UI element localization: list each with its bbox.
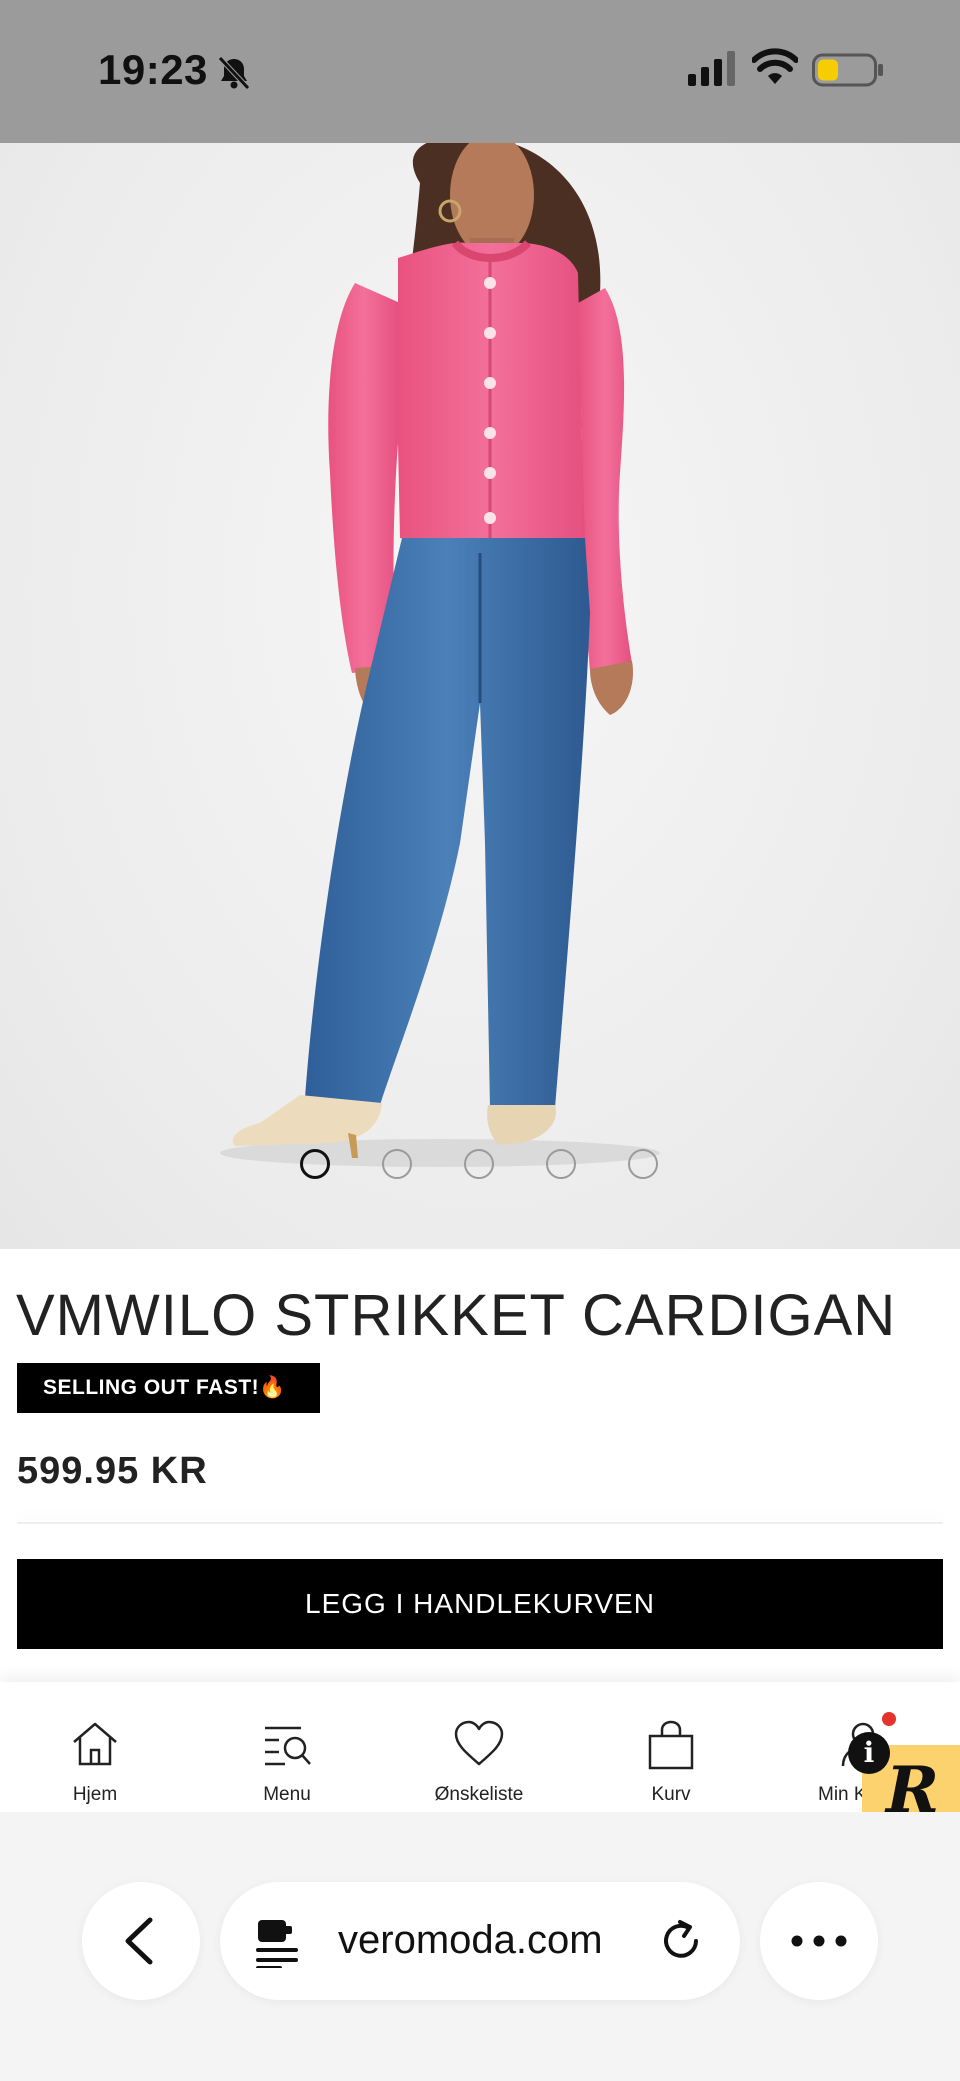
- wifi-icon: [752, 48, 798, 84]
- reload-icon[interactable]: [658, 1918, 704, 1964]
- gallery-dot-1[interactable]: [300, 1149, 330, 1179]
- product-price: 599.95 KR: [17, 1450, 208, 1492]
- nav-item-menu[interactable]: Menu: [212, 1682, 362, 1812]
- divider: [17, 1522, 943, 1524]
- url-text: veromoda.com: [338, 1918, 603, 1962]
- nav-item-cart[interactable]: Kurv: [596, 1682, 746, 1812]
- nav-label-wishlist: Ønskeliste: [434, 1784, 524, 1805]
- bell-slash-icon: [218, 56, 250, 90]
- back-chevron-icon: [125, 1917, 153, 1965]
- nav-label-menu: Menu: [263, 1784, 311, 1805]
- nav-label-home: Hjem: [72, 1784, 118, 1805]
- more-icon: [791, 1935, 847, 1947]
- status-bar: 19:23: [0, 0, 960, 143]
- more-button[interactable]: [760, 1882, 878, 2000]
- gallery-dot-2[interactable]: [382, 1149, 412, 1179]
- signal-icon: [688, 51, 735, 86]
- add-to-cart-button[interactable]: LEGG I HANDLEKURVEN: [17, 1559, 943, 1649]
- heart-icon: [454, 1720, 504, 1766]
- product-title: VMWILO STRIKKET CARDIGAN: [16, 1283, 897, 1348]
- product-image-gallery[interactable]: [0, 143, 960, 1249]
- nav-label-cart: Kurv: [651, 1784, 691, 1805]
- selling-fast-badge: SELLING OUT FAST!🔥: [17, 1363, 320, 1413]
- gallery-dot-5[interactable]: [628, 1149, 658, 1179]
- address-bar[interactable]: veromoda.com: [220, 1882, 740, 2000]
- nav-item-wishlist[interactable]: Ønskeliste: [404, 1682, 554, 1812]
- status-time: 19:23: [98, 46, 208, 93]
- gallery-dot-3[interactable]: [464, 1149, 494, 1179]
- back-button[interactable]: [82, 1882, 200, 2000]
- site-settings-icon: [256, 1920, 298, 1968]
- info-icon[interactable]: i: [848, 1732, 890, 1774]
- product-photo: [220, 143, 660, 1167]
- bottom-navigation: Hjem Menu Ønskeliste Kurv Min K: [0, 1682, 960, 1812]
- notification-dot: [882, 1712, 896, 1726]
- home-icon: [73, 1722, 117, 1766]
- gallery-pagination: [0, 1149, 960, 1189]
- gallery-dot-4[interactable]: [546, 1149, 576, 1179]
- nav-item-home[interactable]: Hjem: [20, 1682, 170, 1812]
- battery-icon: [812, 53, 883, 87]
- menu-search-icon: [265, 1726, 311, 1766]
- bag-icon: [648, 1720, 694, 1770]
